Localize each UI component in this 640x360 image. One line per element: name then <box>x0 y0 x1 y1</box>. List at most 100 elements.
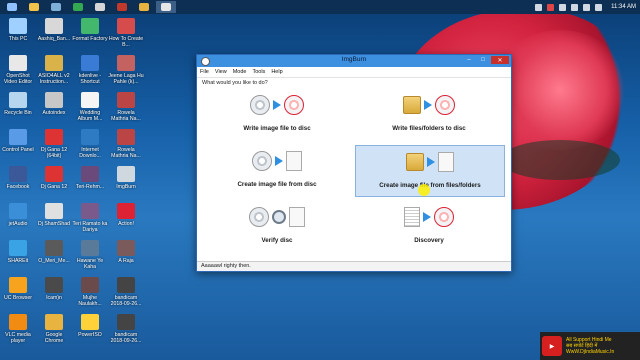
tray-icon[interactable] <box>547 3 555 11</box>
taskbar-file-explorer[interactable] <box>24 1 44 13</box>
app-icon <box>9 277 27 293</box>
taskbar-app[interactable] <box>90 1 110 13</box>
menu-tools[interactable]: Tools <box>252 69 265 75</box>
taskbar-app[interactable] <box>112 1 132 13</box>
tray-icon[interactable] <box>571 3 579 11</box>
desktop-icon[interactable]: Hawane Ye Kaha <box>72 240 108 270</box>
menu-view[interactable]: View <box>215 69 227 75</box>
desktop-icon-label: Dj Gana 12 <box>40 184 68 190</box>
desktop-icon-label: OpenShot Video Editor <box>3 73 33 85</box>
desktop-icon-label: Rowela Mathria Na... <box>111 147 141 159</box>
desktop-icon[interactable]: UC Browser <box>0 277 36 301</box>
desktop-icon-label: Internet Downlo... <box>79 147 101 159</box>
network-icon[interactable] <box>595 3 603 11</box>
taskbar-chrome[interactable] <box>134 1 154 13</box>
write-image-to-disc-option[interactable]: Write image file to disc <box>203 89 351 139</box>
app-icon <box>81 92 99 108</box>
app-icon <box>81 240 99 256</box>
title-bar[interactable]: ImgBurn – □ ✕ <box>197 55 511 67</box>
tray-icon[interactable] <box>559 3 567 11</box>
desktop-icon-label: O_Meri_Me... <box>38 258 70 264</box>
minimize-button[interactable]: – <box>463 56 475 64</box>
desktop-icon[interactable]: Rowela Mathria Na... <box>108 129 144 159</box>
desktop-icon[interactable]: Teri-Rehm... <box>72 166 108 190</box>
desktop-icon-label: Icam)n <box>46 295 62 301</box>
desktop-icon[interactable]: Autoindex <box>36 92 72 116</box>
desktop-icon[interactable]: VLC media player <box>0 314 36 344</box>
desktop-icon[interactable]: Control Panel <box>0 129 36 153</box>
desktop-icon[interactable]: O_Meri_Me... <box>36 240 72 264</box>
desktop-icon[interactable]: jetAudio <box>0 203 36 227</box>
desktop-icon[interactable]: Action! <box>108 203 144 227</box>
desktop-icon[interactable]: Google Chrome <box>36 314 72 344</box>
app-icon <box>81 277 99 293</box>
desktop-icon[interactable]: bandicam 2018-09-26... <box>108 314 144 344</box>
desktop-icon[interactable]: Facebook <box>0 166 36 190</box>
volume-icon[interactable] <box>583 3 591 11</box>
desktop-icon[interactable]: Dj Gana 12 (64bit) <box>36 129 72 159</box>
desktop-icon[interactable]: Wedding Album M... <box>72 92 108 122</box>
menu-help[interactable]: Help <box>271 69 282 75</box>
desktop-icon[interactable]: How To Create B... <box>108 18 144 48</box>
desktop-icon[interactable]: Teri Ramato ka Dariya <box>72 203 108 233</box>
desktop-icon[interactable]: Aashiq_Ban... <box>36 18 72 42</box>
desktop-icon[interactable]: A Raja <box>108 240 144 264</box>
menu-file[interactable]: File <box>200 69 209 75</box>
verify-disc-option[interactable]: Verify disc <box>203 201 351 251</box>
desktop-icon[interactable]: Internet Downlo... <box>72 129 108 159</box>
disc-icon <box>252 151 272 171</box>
taskbar-imgburn[interactable] <box>156 1 176 13</box>
desktop-icon-label: Dj ShamShad <box>37 221 70 227</box>
desktop-icon-label: bandicam 2018-09-26... <box>110 295 142 307</box>
desktop-icon[interactable]: Dj Gana 12 <box>36 166 72 190</box>
app-icon <box>45 277 63 293</box>
arrow-right-icon <box>424 100 432 110</box>
desktop-icon-label: This PC <box>8 36 28 42</box>
desktop-icon[interactable]: Dj ShamShad <box>36 203 72 227</box>
channel-watermark: ▶ All Support Hindi Me सब सपोर्ट हिंदी म… <box>540 332 640 360</box>
desktop-icon[interactable]: bandicam 2018-09-26... <box>108 277 144 307</box>
desktop-icon[interactable]: Jeene Laga Hu Pahle (k)... <box>108 55 144 85</box>
menu-mode[interactable]: Mode <box>233 69 247 75</box>
taskbar-app[interactable] <box>68 1 88 13</box>
app-icon <box>9 18 27 34</box>
tray-icon[interactable] <box>535 3 543 11</box>
close-button[interactable]: ✕ <box>491 56 509 64</box>
write-files-to-disc-option[interactable]: Write files/folders to disc <box>355 89 503 139</box>
maximize-button[interactable]: □ <box>477 56 489 64</box>
desktop-icon-label: Dj Gana 12 (64bit) <box>40 147 68 159</box>
desktop-icon-label: Aashiq_Ban... <box>37 36 71 42</box>
discovery-option[interactable]: Discovery <box>355 201 503 251</box>
desktop-icon[interactable]: OpenShot Video Editor <box>0 55 36 85</box>
desktop-icon[interactable]: ImgBurn <box>108 166 144 190</box>
desktop-icon[interactable]: This PC <box>0 18 36 42</box>
start-button[interactable] <box>2 1 22 13</box>
app-icon <box>117 314 135 330</box>
desktop-icon[interactable]: kdenlive - Shortcut <box>72 55 108 85</box>
desktop-icon[interactable]: Format Factory <box>72 18 108 42</box>
desktop-icon[interactable]: PowerISO <box>72 314 108 338</box>
image-file-icon <box>438 152 454 172</box>
app-icon <box>9 240 27 256</box>
mode-panel: Write image file to disc Write files/fol… <box>199 89 507 259</box>
taskbar-app[interactable] <box>46 1 66 13</box>
desktop-icon[interactable]: ASIO4ALL v2 Instruction... <box>36 55 72 85</box>
tile-label: Write image file to disc <box>243 125 311 132</box>
app-icon <box>9 166 27 182</box>
imgburn-window: ImgBurn – □ ✕ File View Mode Tools Help … <box>196 54 512 272</box>
desktop-icon[interactable]: Rowela Mathria Na... <box>108 92 144 122</box>
create-image-from-disc-option[interactable]: Create image file from disc <box>203 145 351 195</box>
desktop-icon[interactable]: Mujhe Naulakh... <box>72 277 108 307</box>
clock[interactable]: 11:34 AM <box>611 4 636 10</box>
create-image-from-files-option[interactable]: Create image file from files/folders <box>355 145 505 197</box>
desktop-icon[interactable]: Icam)n <box>36 277 72 301</box>
desktop-icon-label: ASIO4ALL v2 Instruction... <box>38 73 70 85</box>
app-icon <box>81 203 99 219</box>
desktop-icon-label: Recycle Bin <box>4 110 32 116</box>
log-file-icon <box>404 207 420 227</box>
app-icon <box>117 18 135 34</box>
desktop-icon[interactable]: SHAREit <box>0 240 36 264</box>
desktop-icon[interactable]: Recycle Bin <box>0 92 36 116</box>
image-file-icon <box>286 151 302 171</box>
desktop-icon-label: Teri-Rehm... <box>75 184 105 190</box>
